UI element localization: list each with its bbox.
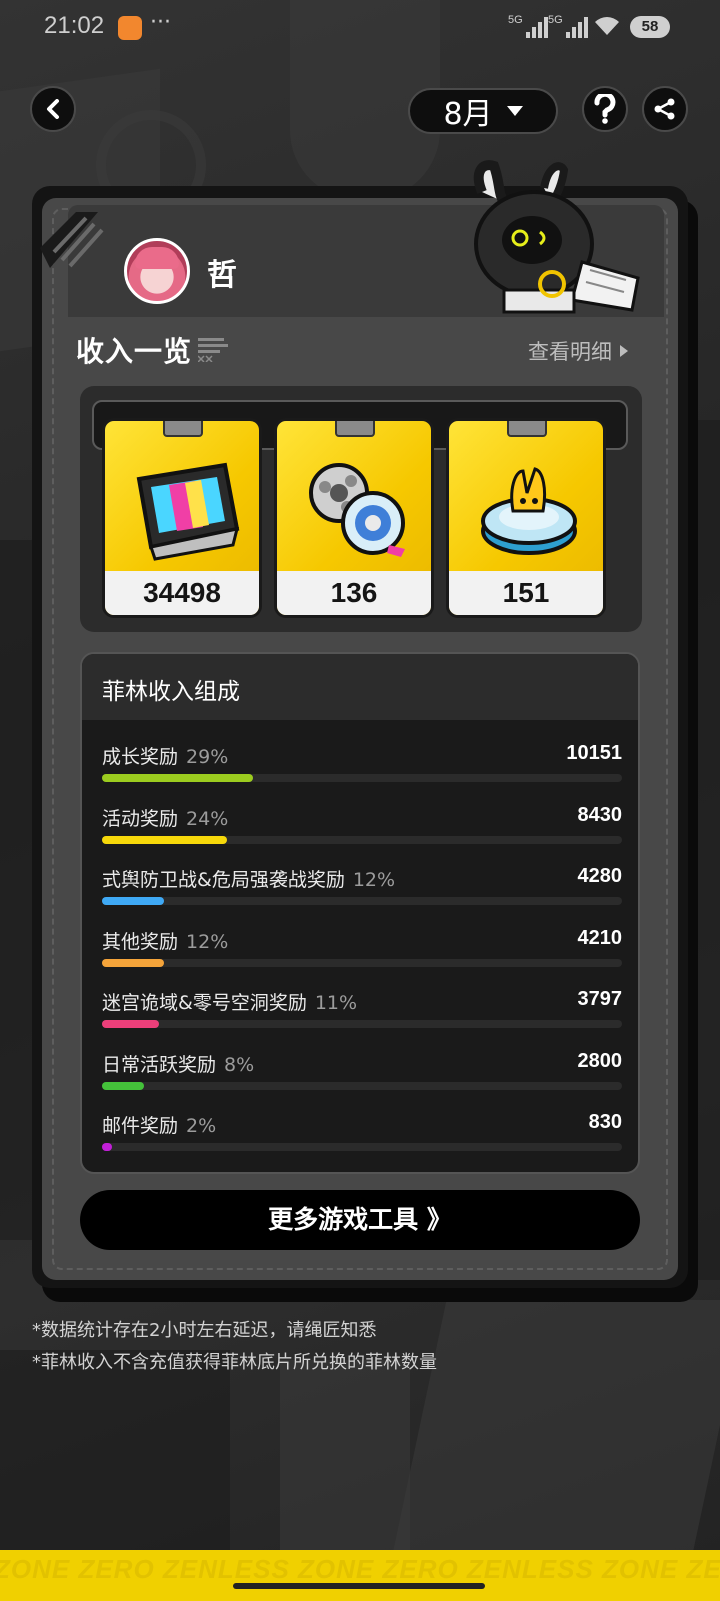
month-label: 8月 <box>443 97 493 132</box>
breakdown-label: 活动奖励 24% <box>102 804 228 831</box>
help-button[interactable] <box>582 86 628 132</box>
breakdown-label-text: 活动奖励 <box>102 807 179 830</box>
clip-icon <box>163 421 203 437</box>
breakdown-row: 迷宫诡域&零号空洞奖励 11% 3797 <box>102 988 622 1038</box>
breakdown-label-text: 成长奖励 <box>102 746 179 768</box>
breakdown-label: 迷宫诡域&零号空洞奖励 11% <box>102 988 357 1015</box>
breakdown-value: 4280 <box>577 865 623 887</box>
breakdown-percent: 24% <box>186 807 229 830</box>
breakdown-value: 10151 <box>566 742 622 764</box>
signal-icon: 5G <box>548 14 588 38</box>
breakdown-value: 830 <box>588 1111 622 1133</box>
progress-track <box>102 897 622 905</box>
caret-down-icon <box>506 106 523 116</box>
progress-fill <box>102 774 253 782</box>
breakdown-row: 日常活跃奖励 8% 2800 <box>102 1050 622 1100</box>
progress-track <box>102 1143 622 1151</box>
breakdown-percent: 2% <box>186 1115 217 1137</box>
currency-tile-value: 34498 <box>105 571 259 615</box>
banner-text: ZONE ZERO ZENLESS ZONE ZERO ZENLESS ZONE… <box>0 1554 720 1584</box>
progress-fill <box>102 958 165 967</box>
breakdown-row: 成长奖励 29% 10151 <box>102 742 622 792</box>
clip-icon <box>335 421 375 437</box>
status-time: 21:02 <box>44 12 105 39</box>
share-button[interactable] <box>642 86 688 132</box>
currency-tile-reels: 136 <box>274 418 434 618</box>
income-breakdown-panel: 菲林收入组成 成长奖励 29% 10151 活动奖励 24% 8430 式舆防卫战&危局强袭… <box>80 652 640 1174</box>
chevron-left-icon <box>47 99 59 119</box>
breakdown-percent: 29% <box>186 746 229 768</box>
signal-icon: 5G <box>508 14 548 38</box>
breakdown-row: 式舆防卫战&危局强袭战奖励 12% 4280 <box>102 865 622 915</box>
more-tools-button[interactable]: 更多游戏工具 》 <box>80 1190 640 1250</box>
breakdown-value: 8430 <box>577 803 623 826</box>
share-icon <box>654 98 675 120</box>
wifi-icon <box>595 17 619 35</box>
progress-track <box>102 1020 622 1028</box>
status-bar: 21:02 ··· 5G 5G 58 <box>0 0 720 56</box>
month-selector[interactable]: 8月 <box>408 88 558 134</box>
progress-track <box>102 774 622 782</box>
progress-fill <box>102 1020 160 1028</box>
breakdown-row: 活动奖励 24% 8430 <box>102 804 622 854</box>
progress-track <box>102 835 622 844</box>
progress-fill <box>102 835 227 844</box>
card-ribbon-decoration <box>40 212 104 268</box>
breakdown-label: 式舆防卫战&危局强袭战奖励 12% <box>102 865 395 892</box>
breakdown-row: 邮件奖励 2% 830 <box>102 1111 622 1161</box>
film-rolls-icon <box>309 463 405 557</box>
income-title: 收入一览 <box>76 335 193 368</box>
bangboo-badge-icon <box>481 467 577 555</box>
breakdown-percent: 8% <box>224 1053 255 1076</box>
breakdown-label-text: 日常活跃奖励 <box>102 1053 217 1076</box>
breakdown-value: 3797 <box>577 988 623 1010</box>
currency-tile-badge: 151 <box>446 418 606 618</box>
footnote: *数据统计存在2小时左右延迟，请绳匠知悉 <box>32 1320 377 1341</box>
clip-icon <box>507 421 547 437</box>
currency-tile-value: 151 <box>449 571 603 615</box>
view-details-link[interactable]: 查看明细 <box>528 336 628 366</box>
breakdown-header: 菲林收入组成 <box>82 654 638 720</box>
brand-banner: ZONE ZERO ZENLESS ZONE ZERO ZENLESS ZONE… <box>0 1550 720 1601</box>
breakdown-title: 菲林收入组成 <box>102 679 240 705</box>
question-mark-icon <box>594 94 616 124</box>
breakdown-label-text: 迷宫诡域&零号空洞奖励 <box>102 992 307 1014</box>
breakdown-percent: 12% <box>352 869 396 891</box>
breakdown-percent: 12% <box>186 930 229 953</box>
player-name: 哲 <box>207 258 237 293</box>
breakdown-label-text: 式舆防卫战&危局强袭战奖励 <box>102 869 345 891</box>
film-reel-icon <box>136 462 240 561</box>
progress-fill <box>102 1081 144 1090</box>
progress-track <box>102 958 622 967</box>
breakdown-label-text: 其他奖励 <box>102 930 179 953</box>
breakdown-label-text: 邮件奖励 <box>102 1115 179 1137</box>
currency-tile-value: 136 <box>277 571 431 615</box>
progress-fill <box>102 897 165 905</box>
back-button[interactable] <box>30 86 76 132</box>
breakdown-label: 成长奖励 29% <box>102 742 228 769</box>
progress-fill <box>102 1143 113 1151</box>
caret-right-icon <box>620 345 628 357</box>
avatar[interactable] <box>124 238 190 304</box>
footnote: *菲林收入不含充值获得菲林底片所兑换的菲林数量 <box>32 1352 437 1373</box>
app-notification-icon <box>118 16 142 40</box>
battery-icon: 58 <box>630 16 670 38</box>
view-details-label: 查看明细 <box>528 340 612 364</box>
breakdown-label: 其他奖励 12% <box>102 927 228 954</box>
progress-track <box>102 1081 622 1090</box>
breakdown-value: 4210 <box>577 926 623 949</box>
currency-tile-film: 34498 <box>102 418 262 618</box>
breakdown-row: 其他奖励 12% 4210 <box>102 927 622 977</box>
breakdown-label: 邮件奖励 2% <box>102 1111 216 1138</box>
section-deco-icon <box>198 338 228 362</box>
mascot-illustration <box>473 160 640 314</box>
breakdown-percent: 11% <box>314 992 358 1014</box>
more-notifications-icon: ··· <box>150 10 171 35</box>
home-indicator[interactable] <box>233 1583 485 1589</box>
breakdown-label: 日常活跃奖励 8% <box>102 1050 254 1077</box>
breakdown-value: 2800 <box>577 1049 623 1072</box>
